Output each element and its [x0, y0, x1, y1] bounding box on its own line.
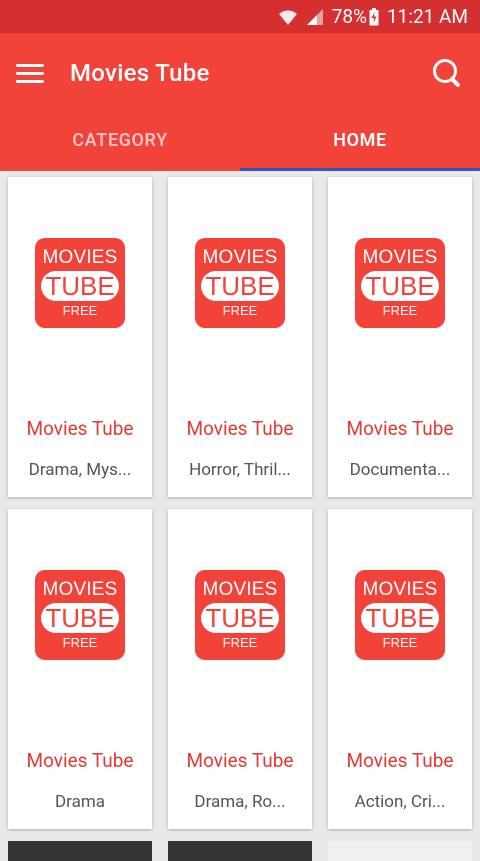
movie-card[interactable]: MOVIES TUBE FREE Movies Tube Action, Cri..… — [328, 509, 472, 829]
movie-card[interactable]: MOVIES TUBE FREE Movies Tube Documenta... — [328, 177, 472, 497]
movie-card[interactable]: MOVIES TUBE FREE Movies Tube Drama, Mys... — [8, 177, 152, 497]
movie-card[interactable]: MOVIES TUBE FREE Movies Tube Drama, Ro... — [168, 509, 312, 829]
movie-title: Movies Tube — [186, 749, 294, 772]
app-bar: Movies Tube — [0, 33, 480, 113]
movie-card[interactable]: MOVIES TUBE FREE Movies Tube Horror, Thril… — [168, 177, 312, 497]
movie-genre: Drama — [55, 792, 105, 812]
hamburger-menu-icon[interactable] — [16, 63, 44, 83]
movies-tube-logo: MOVIES TUBE FREE — [35, 570, 125, 660]
movies-tube-logo: MOVIES TUBE FREE — [195, 238, 285, 328]
movies-tube-logo: MOVIES TUBE FREE — [355, 238, 445, 328]
movie-grid: MOVIES TUBE FREE Movies Tube Drama, Mys...… — [0, 171, 480, 829]
movies-tube-logo: MOVIES TUBE FREE — [35, 238, 125, 328]
signal-icon — [306, 8, 324, 26]
status-bar: 78% 11:21 AM — [0, 0, 480, 33]
movie-title: Movies Tube — [26, 749, 134, 772]
tab-home[interactable]: HOME — [240, 113, 480, 171]
search-icon[interactable] — [430, 56, 464, 90]
movie-title: Movies Tube — [346, 749, 454, 772]
movie-genre: Horror, Thril... — [189, 460, 291, 480]
movies-tube-logo: MOVIES TUBE FREE — [355, 570, 445, 660]
movie-genre: Drama, Ro... — [194, 792, 286, 812]
movie-genre: Documenta... — [349, 460, 451, 480]
movie-genre: Action, Cri... — [354, 792, 446, 812]
clock: 11:21 AM — [386, 5, 468, 28]
movies-tube-logo: MOVIES TUBE FREE — [195, 570, 285, 660]
next-row-partial — [0, 841, 480, 861]
movie-genre: Drama, Mys... — [28, 460, 132, 480]
tab-category[interactable]: CATEGORY — [0, 113, 240, 171]
movie-poster[interactable] — [328, 841, 472, 861]
tab-bar: CATEGORY HOME — [0, 113, 480, 171]
tab-indicator — [240, 168, 480, 171]
movie-poster[interactable] — [8, 841, 152, 861]
movie-card[interactable]: MOVIES TUBE FREE Movies Tube Drama — [8, 509, 152, 829]
battery-percent: 78% — [331, 5, 367, 28]
wifi-icon — [278, 8, 298, 26]
movie-poster[interactable] — [168, 841, 312, 861]
app-title: Movies Tube — [70, 59, 210, 87]
battery-charging-icon — [369, 7, 379, 26]
movie-title: Movies Tube — [186, 417, 294, 440]
movie-title: Movies Tube — [346, 417, 454, 440]
movie-title: Movies Tube — [26, 417, 134, 440]
